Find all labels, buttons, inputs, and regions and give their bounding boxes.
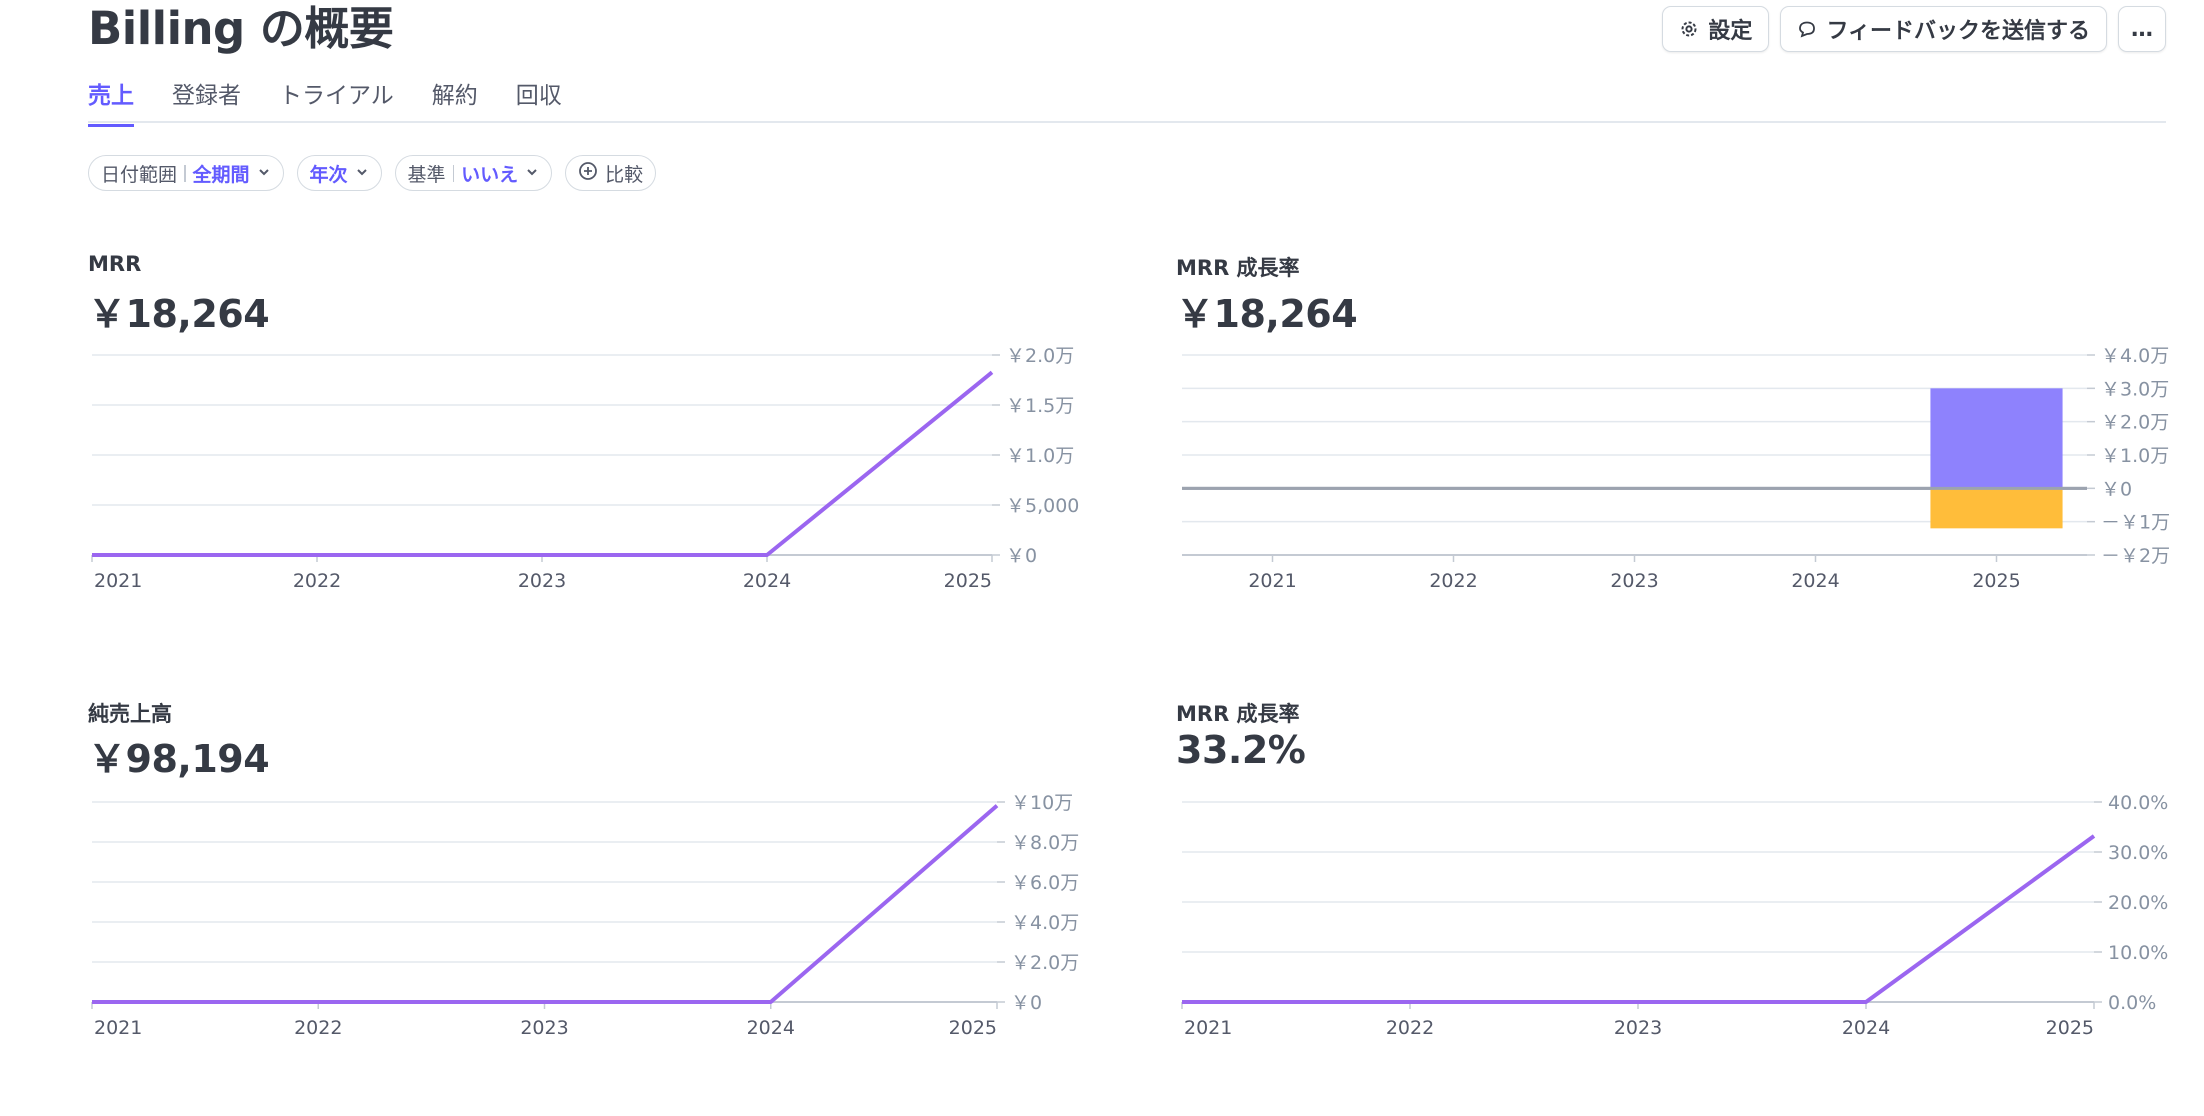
- y-tick-label: 40.0%: [2108, 792, 2168, 814]
- y-tick-label: 10.0%: [2108, 942, 2168, 964]
- y-tick-label: 0.0%: [2108, 992, 2156, 1014]
- mrr-growth-rate-chart: 0.0% 10.0% 20.0% 30.0% 40.0% 2021 2022 2023 2024…: [1181, 792, 2168, 1039]
- x-tick-label: 2025: [2046, 1017, 2094, 1039]
- y-tick-label: 30.0%: [2108, 842, 2168, 864]
- y-tick-label: 20.0%: [2108, 892, 2168, 914]
- billing-overview-page: Billing の概要 設定 フィードバックを送信する … 売上 登録者 トライ…: [0, 0, 2204, 1116]
- x-tick-label: 2022: [1386, 1017, 1434, 1039]
- series-line: [1182, 834, 2096, 1004]
- x-tick-label: 2021: [1184, 1017, 1232, 1039]
- x-tick-label: 2024: [1842, 1017, 1890, 1039]
- x-tick-label: 2023: [1614, 1017, 1662, 1039]
